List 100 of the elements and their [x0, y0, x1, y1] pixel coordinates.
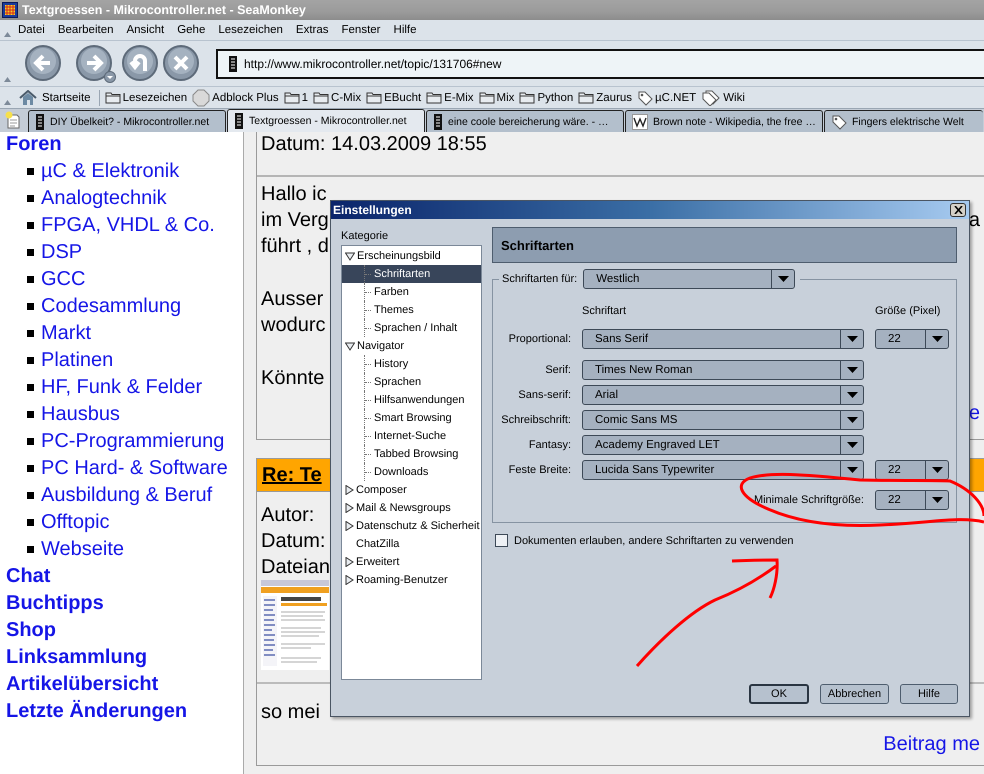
reply-link[interactable]: Beitrag me	[883, 733, 980, 755]
tree-item[interactable]: Roaming-Benutzer	[342, 571, 481, 589]
menu-item[interactable]: Extras	[296, 24, 329, 36]
forum-link[interactable]: µC & Elektronik	[41, 158, 180, 185]
bookmark-item[interactable]: Wiki	[701, 90, 745, 106]
field-label: Sans-serif:	[517, 389, 571, 401]
stop-button[interactable]	[162, 44, 200, 84]
bookmark-item[interactable]: Lesezeichen	[104, 91, 188, 104]
language-select[interactable]: Westlich	[583, 269, 796, 289]
forum-link[interactable]: Ausbildung & Beruf	[41, 482, 212, 509]
post-text: Hallo ic	[261, 182, 327, 207]
bookmark-item[interactable]: µC.NET	[637, 90, 696, 106]
tree-item[interactable]: Navigator	[342, 337, 481, 355]
nav-link[interactable]: Foren	[6, 132, 243, 158]
forum-link[interactable]: Hausbus	[41, 401, 120, 428]
nav-link[interactable]: Linksammlung	[6, 644, 243, 671]
collapsed-icon[interactable]	[345, 485, 354, 495]
dialog-button[interactable]: OK	[749, 684, 809, 704]
forum-link[interactable]: DSP	[41, 239, 82, 266]
menu-item[interactable]: Hilfe	[394, 24, 417, 36]
bullet-icon	[27, 249, 34, 256]
expanded-icon[interactable]	[345, 252, 355, 260]
reply-link[interactable]: e	[968, 402, 980, 424]
font-select[interactable]: Lucida Sans Typewriter	[582, 460, 864, 480]
nav-link[interactable]: Artikelübersicht	[6, 671, 243, 698]
bookmark-item[interactable]: Adblock Plus	[192, 88, 279, 106]
font-select[interactable]: Sans Serif	[582, 329, 864, 349]
size-select[interactable]: 22	[875, 329, 949, 349]
collapsed-icon[interactable]	[345, 521, 354, 531]
expanded-icon[interactable]	[345, 342, 355, 350]
field-label: Minimale Schriftgröße:	[752, 494, 864, 506]
tree-item[interactable]: Schriftarten	[342, 265, 481, 283]
font-select[interactable]: Comic Sans MS	[582, 410, 864, 430]
nav-link[interactable]: Letzte Änderungen	[6, 698, 243, 725]
collapsed-icon[interactable]	[345, 503, 354, 513]
font-select[interactable]: Academy Engraved LET	[582, 435, 864, 455]
post-text: führt , d	[261, 234, 329, 259]
nav-link[interactable]: Chat	[6, 563, 243, 590]
forum-link[interactable]: Offtopic	[41, 509, 110, 536]
forward-button[interactable]	[75, 44, 116, 84]
tree-item[interactable]: Erscheinungsbild	[342, 247, 481, 265]
forum-link[interactable]: Platinen	[41, 347, 114, 374]
menu-item[interactable]: Ansicht	[126, 24, 164, 36]
tree-item[interactable]: Mail & Newsgroups	[342, 499, 481, 517]
bookmark-item[interactable]: C-Mix	[313, 91, 362, 104]
column-header: Schriftart	[582, 304, 628, 319]
forum-link[interactable]: PC Hard- & Software	[41, 455, 228, 482]
tree-item[interactable]: Datenschutz & Sicherheit	[342, 517, 481, 535]
reload-button[interactable]	[121, 44, 159, 84]
caret-icon	[932, 467, 942, 473]
forum-link[interactable]: GCC	[41, 266, 86, 293]
menu-item[interactable]: Fenster	[342, 24, 381, 36]
close-button[interactable]	[950, 203, 966, 217]
forum-link[interactable]: Markt	[41, 320, 91, 347]
back-button[interactable]	[24, 44, 62, 84]
bullet-icon	[27, 438, 34, 445]
forum-link[interactable]: Webseite	[41, 536, 124, 563]
address-bar[interactable]: http://www.mikrocontroller.net/topic/131706#new	[216, 48, 984, 78]
forum-link[interactable]: Analogtechnik	[41, 185, 167, 212]
close-icon	[954, 206, 962, 214]
grippy-icon[interactable]	[4, 100, 11, 105]
forum-link[interactable]: PC-Programmierung	[41, 428, 224, 455]
caret-icon	[846, 392, 858, 398]
collapsed-icon[interactable]	[345, 557, 354, 567]
tree-item[interactable]: Erweitert	[342, 553, 481, 571]
bookmark-item[interactable]: E-Mix	[426, 91, 474, 104]
grippy-icon[interactable]	[4, 32, 11, 37]
tree-item[interactable]: ChatZilla	[342, 535, 481, 553]
bookmark-item[interactable]: Startseite	[19, 90, 100, 106]
size-select[interactable]: 22	[875, 460, 949, 480]
menu-item[interactable]: Gehe	[177, 24, 206, 36]
nav-link[interactable]: Shop	[6, 617, 243, 644]
collapsed-icon[interactable]	[345, 575, 354, 585]
bookmark-item[interactable]: Zaurus	[578, 91, 632, 104]
field-label: Fantasy:	[528, 439, 571, 451]
bookmark-item[interactable]: Mix	[478, 91, 514, 104]
font-select[interactable]: Times New Roman	[582, 360, 864, 380]
forum-link[interactable]: HF, Funk & Felder	[41, 374, 202, 401]
forum-link[interactable]: FPGA, VHDL & Co.	[41, 212, 215, 239]
dialog-button[interactable]: Hilfe	[900, 684, 958, 704]
panel-title: Schriftarten	[501, 238, 574, 252]
menu-item[interactable]: Datei	[18, 24, 45, 36]
size-select[interactable]: 22	[875, 490, 949, 510]
folder-icon	[366, 91, 382, 104]
tree-item[interactable]: Composer	[342, 481, 481, 499]
bookmark-item[interactable]: 1	[284, 91, 308, 104]
grippy-icon[interactable]	[4, 77, 11, 82]
bookmark-item[interactable]: Python	[519, 91, 574, 104]
checkbox[interactable]	[495, 534, 508, 547]
menu-item[interactable]: Lesezeichen	[218, 24, 283, 36]
menu-item[interactable]: Bearbeiten	[58, 24, 114, 36]
bookmark-item[interactable]: EBucht	[366, 91, 422, 104]
post-title-link[interactable]: Re: Te	[262, 464, 322, 486]
forum-link[interactable]: Codesammlung	[41, 293, 182, 320]
font-select[interactable]: Arial	[582, 385, 864, 405]
caret-icon	[846, 367, 858, 373]
post-text: so mei	[261, 700, 320, 724]
dialog-button[interactable]: Abbrechen	[820, 684, 889, 704]
nav-link[interactable]: Buchtipps	[6, 590, 243, 617]
folder-icon	[578, 91, 594, 104]
